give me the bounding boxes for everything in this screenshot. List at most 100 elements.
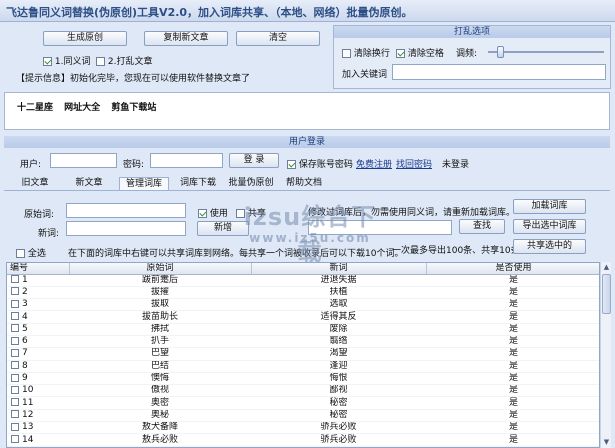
search-button[interactable]: 查找 [459,219,505,234]
use-option[interactable]: 使用 [198,206,228,219]
shuffle-checkbox[interactable] [96,57,105,66]
clear-button[interactable]: 清空 [236,31,320,46]
add-word-button[interactable]: 新增 [197,221,249,236]
tab-help[interactable]: 帮助文档 [282,177,326,190]
scroll-down-icon[interactable]: ▼ [601,437,612,448]
shuffle-label: 2.打乱文章 [107,57,153,67]
row-checkbox[interactable] [11,324,19,333]
table-row[interactable]: 12 奥秘 秘密是 [7,409,599,423]
link-item[interactable]: 十二星座 [17,103,53,113]
row-checkbox[interactable] [11,336,19,345]
adjust-slider[interactable] [488,46,604,58]
table-row[interactable]: 11 奥密 秘密是 [7,396,599,410]
hint-message: 【提示信息】初始化完毕，您现在可以使用软件替换文章了 [16,74,251,84]
keyword-input[interactable] [392,64,606,80]
header-id[interactable]: 编号 [7,263,70,275]
select-all-checkbox[interactable] [16,249,25,258]
row-id-cell: 1 [7,274,69,287]
tab-old-article[interactable]: 旧文章 [14,177,56,190]
remove-newline-checkbox[interactable] [342,49,351,58]
row-original-word: 巴结 [69,360,251,373]
table-row[interactable]: 1 跋前疐后 进退失据是 [7,274,599,287]
table-row[interactable]: 10 傲视 鄙视是 [7,384,599,398]
table-row[interactable]: 9 懊悔 悔恨是 [7,372,599,386]
original-word-input[interactable] [66,203,186,218]
remove-space-checkbox[interactable] [396,49,405,58]
table-scrollbar[interactable]: ▲ ▼ [600,262,611,448]
row-new-word: 悔恨 [251,372,426,386]
share-selected-button[interactable]: 共享选中的 [513,239,586,254]
synonym-checkbox[interactable] [43,57,52,66]
row-checkbox[interactable] [11,361,19,370]
search-input[interactable] [308,220,452,235]
row-checkbox[interactable] [11,312,19,321]
row-checkbox[interactable] [11,385,19,394]
row-original-word: 拔擢 [69,286,251,300]
row-checkbox[interactable] [11,410,19,419]
share-hint: 在下面的词库中右键可以共享词库到网络。每共享一个词被收录后可以下载10个词。 [68,249,404,259]
scroll-up-icon[interactable]: ▲ [601,262,612,273]
row-checkbox[interactable] [11,373,19,382]
find-password-link[interactable]: 找回密码 [396,157,432,170]
table-row[interactable]: 3 拔取 选取是 [7,298,599,312]
row-new-word: 扶植 [251,286,426,300]
tab-lexicon-download[interactable]: 词库下载 [173,177,223,190]
row-used: 是 [426,384,599,398]
row-new-word: 适得其反 [251,310,426,324]
header-new[interactable]: 新词 [251,263,427,275]
header-used[interactable]: 是否使用 [426,263,599,275]
row-new-word: 废除 [251,323,426,336]
link-item[interactable]: 剪鱼下载站 [111,103,156,113]
table-row[interactable]: 13 敖犬备降 骄兵必败是 [7,421,599,435]
share-checkbox[interactable] [236,209,245,218]
row-used: 是 [426,274,599,287]
row-checkbox[interactable] [11,299,19,308]
row-checkbox[interactable] [11,287,19,296]
remove-newline-option[interactable]: 清除换行 [342,46,390,59]
lexicon-table: 编号 原始词 新词 是否使用 1 跋前疐后 进退失据是 2 拔擢 扶植是 3 拔取 选取是 4 拔苗… [6,262,600,448]
row-original-word: 傲视 [69,384,251,398]
use-checkbox[interactable] [198,209,207,218]
tab-batch-rewrite[interactable]: 批量伪原创 [224,177,278,190]
save-password-checkbox[interactable] [287,160,296,169]
table-row[interactable]: 5 拂拭 废除是 [7,323,599,336]
table-row[interactable]: 14 敖兵必败 骄兵必败是 [7,433,599,447]
tab-manage-lexicon[interactable]: 管理词库 [119,177,169,190]
export-selected-button[interactable]: 导出选中词库 [513,219,586,234]
row-new-word: 进退失据 [251,274,426,287]
row-id: 3 [22,299,28,310]
link-item[interactable]: 网址大全 [64,103,100,113]
table-row[interactable]: 2 拔擢 扶植是 [7,286,599,300]
copy-new-article-button[interactable]: 复制新文章 [144,31,228,46]
load-lexicon-button[interactable]: 加载词库 [513,199,586,214]
generate-button[interactable]: 生成原创 [43,31,127,46]
row-checkbox[interactable] [11,435,19,443]
row-id-cell: 8 [7,360,69,373]
tab-new-article[interactable]: 新文章 [68,177,110,190]
password-input[interactable] [150,153,223,168]
row-checkbox[interactable] [11,422,19,431]
scroll-thumb[interactable] [602,274,611,314]
login-button[interactable]: 登 录 [229,153,279,168]
select-all-option[interactable]: 全选 [16,246,46,259]
row-id-cell: 13 [7,421,69,435]
table-row[interactable]: 6 扒手 翦绺是 [7,335,599,349]
row-checkbox[interactable] [11,348,19,357]
table-row[interactable]: 8 巴结 逢迎是 [7,360,599,373]
remove-space-option[interactable]: 清除空格 [396,46,444,59]
row-new-word: 鄙视 [251,384,426,398]
share-option[interactable]: 共享 [236,206,266,219]
slider-thumb[interactable] [497,46,504,58]
new-word-input[interactable] [66,221,186,236]
row-id: 12 [22,409,34,420]
header-original[interactable]: 原始词 [69,263,252,275]
shuffle-option[interactable]: 2.打乱文章 [96,54,152,67]
row-checkbox[interactable] [11,398,19,407]
row-checkbox[interactable] [11,275,19,284]
synonym-option[interactable]: 1.同义词 [43,54,90,67]
free-register-link[interactable]: 免费注册 [356,157,392,170]
table-row[interactable]: 7 巴望 渴望是 [7,347,599,361]
table-row[interactable]: 4 拔苗助长 适得其反是 [7,310,599,324]
save-password-option[interactable]: 保存账号密码 [287,157,353,170]
user-input[interactable] [50,153,117,168]
